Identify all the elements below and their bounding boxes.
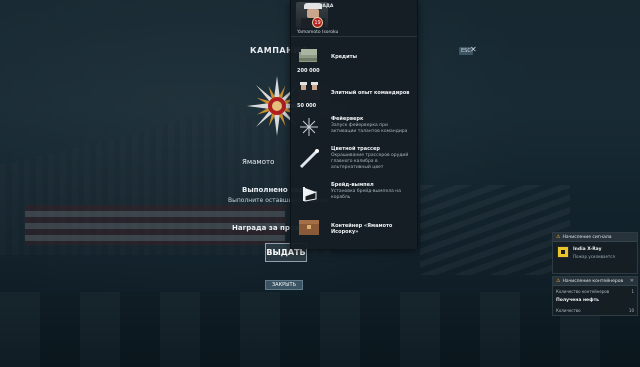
notification-signal[interactable]: ⚠ Начисление сигнала India X-Ray Пожар у… bbox=[552, 232, 638, 274]
reward-item-container: Контейнер «Ямамото Исороку» bbox=[291, 216, 419, 240]
close-button[interactable]: ЗАКРЫТЬ bbox=[265, 280, 303, 290]
notification-header: ⚠ Начисление контейнеров ✕ bbox=[553, 277, 637, 286]
reward-tag: НАГРАДА bbox=[309, 4, 334, 9]
reward-quantity: 200 000 bbox=[297, 68, 320, 74]
reward-item-credits: Кредиты 200 000 bbox=[291, 46, 419, 76]
reward-title: Элитный опыт командиров bbox=[331, 90, 410, 96]
firework-icon bbox=[300, 118, 318, 136]
reward-description: Установка брейд-вымпела на корабль bbox=[331, 189, 401, 200]
notification-header-text: Начисление контейнеров bbox=[562, 278, 624, 284]
reward-item-pennant: Брейд-вымпел Установка брейд-вымпела на … bbox=[291, 182, 419, 206]
warning-icon: ⚠ bbox=[556, 278, 561, 284]
reward-item-elite-xp: Элитный опыт командиров 50 000 bbox=[291, 80, 419, 110]
reward-title: Фейерверк bbox=[331, 116, 364, 122]
commander-level-badge: 19 bbox=[312, 17, 323, 28]
row-value: 1 bbox=[631, 289, 634, 294]
row-label: Количество bbox=[556, 308, 581, 313]
reward-description: Запуск фейерверка при активации талантов… bbox=[331, 123, 408, 134]
commander-reward-header: 19 НАГРАДА Yamamoto Isoroku bbox=[291, 0, 417, 37]
signal-description: Пожар усиливается bbox=[573, 254, 615, 259]
signal-flag-icon bbox=[557, 246, 569, 258]
close-icon[interactable]: ✕ bbox=[630, 278, 634, 284]
tracer-icon bbox=[299, 149, 319, 169]
reward-description: Окрашивание трассеров орудий главного ка… bbox=[331, 153, 409, 170]
warning-icon: ⚠ bbox=[556, 234, 561, 240]
reward-quantity: 50 000 bbox=[297, 103, 317, 109]
credits-icon bbox=[299, 49, 317, 62]
commander-name: Yamamoto Isoroku bbox=[297, 30, 339, 35]
reward-title: Кредиты bbox=[331, 54, 358, 60]
campaign-name: Ямамото bbox=[242, 158, 275, 166]
row-value: 10 bbox=[628, 308, 634, 313]
oil-amount-row: Количество 10 bbox=[556, 308, 634, 313]
rewards-panel: 19 НАГРАДА Yamamoto Isoroku Кредиты 200 … bbox=[290, 0, 418, 249]
pennant-icon bbox=[303, 187, 317, 202]
oil-received: Получена нефть bbox=[556, 298, 600, 303]
close-icon[interactable]: ✕ bbox=[470, 45, 477, 54]
container-icon bbox=[299, 220, 319, 235]
container-count-row: Количество контейнеров 1 bbox=[556, 289, 634, 294]
notification-containers[interactable]: ⚠ Начисление контейнеров ✕ Количество ко… bbox=[552, 276, 638, 316]
notification-header-text: Начисление сигнала bbox=[562, 234, 612, 240]
signal-name: India X-Ray bbox=[573, 247, 602, 252]
reward-title: Брейд-вымпел bbox=[331, 182, 374, 188]
reward-item-tracer: Цветной трассер Окрашивание трассеров ор… bbox=[291, 146, 419, 176]
reward-title: Цветной трассер bbox=[331, 146, 380, 152]
commanders-icon bbox=[298, 82, 320, 100]
reward-title: Контейнер «Ямамото Исороку» bbox=[331, 223, 393, 235]
notification-header: ⚠ Начисление сигнала bbox=[553, 233, 637, 242]
row-label: Количество контейнеров bbox=[556, 289, 610, 294]
reward-item-firework: Фейерверк Запуск фейерверка при активаци… bbox=[291, 116, 419, 142]
